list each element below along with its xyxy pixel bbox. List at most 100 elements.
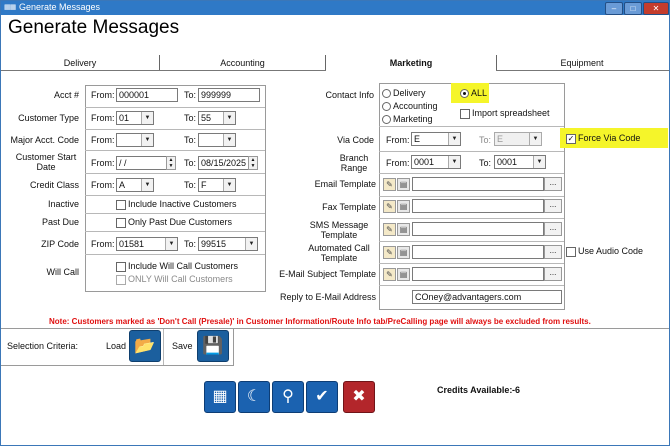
email-subject-label: E-Mail Subject Template	[279, 269, 376, 279]
contact-info-label: Contact Info	[325, 90, 374, 100]
email-template-label: Email Template	[314, 179, 376, 189]
contact-delivery-radio[interactable]	[382, 89, 391, 98]
template-doc-icon[interactable]: ▤	[397, 200, 410, 213]
only-past-due-checkbox[interactable]	[116, 218, 126, 228]
acct-from-label: From:	[91, 90, 115, 100]
credit-class-label: Credit Class	[29, 180, 79, 190]
customer-type-label: Customer Type	[18, 113, 79, 123]
branch-to-label: To:	[479, 158, 492, 168]
email-template-input[interactable]	[412, 177, 544, 191]
fax-template-input[interactable]	[412, 199, 544, 213]
preview-button[interactable]: ⚲	[272, 381, 304, 413]
chevron-down-icon: ▼	[165, 238, 177, 250]
app-icon: ▦▦	[4, 4, 16, 11]
grid-line	[379, 218, 564, 219]
start-date-from-spinner[interactable]: ▲ ▼	[166, 156, 176, 170]
use-audio-code-checkbox[interactable]	[566, 247, 576, 257]
ok-button[interactable]: ✔	[306, 381, 338, 413]
major-acct-from-label: From:	[91, 135, 115, 145]
load-button[interactable]: 📂	[129, 330, 161, 362]
template-doc-icon[interactable]: ▤	[397, 178, 410, 191]
grid-view-button[interactable]: ▦	[204, 381, 236, 413]
acct-label: Acct #	[53, 90, 79, 100]
selection-criteria-label: Selection Criteria:	[7, 341, 79, 351]
credit-class-to-select[interactable]: F ▼	[198, 178, 236, 192]
template-edit-icon[interactable]: ✎	[383, 178, 396, 191]
start-date-from-label: From:	[91, 158, 115, 168]
tab-equipment[interactable]: Equipment	[497, 56, 667, 70]
contact-accounting-label: Accounting	[393, 101, 438, 111]
email-subject-input[interactable]	[412, 267, 544, 281]
grid-line	[85, 195, 265, 196]
contact-all-radio[interactable]	[460, 89, 469, 98]
customer-type-to-select[interactable]: 55 ▼	[198, 111, 236, 125]
only-will-call-label: ONLY Will Call Customers	[128, 274, 233, 284]
template-doc-icon[interactable]: ▤	[397, 268, 410, 281]
via-code-to-select[interactable]: E ▼	[494, 132, 542, 146]
template-doc-icon[interactable]: ▤	[397, 246, 410, 259]
via-code-to-label: To:	[479, 135, 492, 145]
sms-template-browse-button[interactable]: ...	[544, 222, 562, 236]
email-subject-browse-button[interactable]: ...	[544, 267, 562, 281]
via-code-from-label: From:	[386, 135, 410, 145]
zip-label: ZIP Code	[41, 239, 79, 249]
moon-stars-icon: ☾	[246, 388, 262, 405]
sms-template-input[interactable]	[412, 222, 544, 236]
start-date-from-input[interactable]: / /	[116, 156, 170, 170]
include-will-call-checkbox[interactable]	[116, 262, 126, 272]
only-will-call-checkbox[interactable]	[116, 275, 126, 285]
template-edit-icon[interactable]: ✎	[383, 268, 396, 281]
credit-class-to-label: To:	[184, 180, 197, 190]
minimize-button[interactable]: –	[605, 2, 623, 15]
acct-to-input[interactable]: 999999	[198, 88, 260, 102]
presale-note: Note: Customers marked as 'Don't Call (P…	[49, 317, 591, 326]
tab-accounting[interactable]: Accounting	[160, 56, 325, 70]
past-due-label: Past Due	[41, 217, 79, 227]
via-code-from-select[interactable]: E ▼	[411, 132, 461, 146]
schedule-button[interactable]: ☾	[238, 381, 270, 413]
divider	[233, 329, 234, 366]
save-button[interactable]: 💾	[197, 330, 229, 362]
major-acct-from-select[interactable]: ▼	[116, 133, 154, 147]
template-edit-icon[interactable]: ✎	[383, 200, 396, 213]
major-acct-to-select[interactable]: ▼	[198, 133, 236, 147]
credits-label: Credits Available:	[437, 385, 513, 395]
generate-messages-window: ▦▦ Generate Messages – □ ✕ Generate Mess…	[0, 0, 670, 446]
template-edit-icon[interactable]: ✎	[383, 246, 396, 259]
zip-from-select[interactable]: 01581 ▼	[116, 237, 178, 251]
use-audio-code-label: Use Audio Code	[578, 246, 644, 256]
fax-template-browse-button[interactable]: ...	[544, 199, 562, 213]
branch-to-select[interactable]: 0001 ▼	[494, 155, 546, 169]
branch-from-select[interactable]: 0001 ▼	[411, 155, 461, 169]
force-via-code-checkbox[interactable]: ✓	[566, 134, 576, 144]
acct-from-input[interactable]: 000001	[116, 88, 178, 102]
email-template-browse-button[interactable]: ...	[544, 177, 562, 191]
inactive-label: Inactive	[47, 199, 79, 209]
major-acct-label: Major Acct. Code	[10, 135, 79, 145]
cancel-button[interactable]: ✖	[343, 381, 375, 413]
contact-marketing-radio[interactable]	[382, 115, 391, 124]
tab-marketing[interactable]: Marketing	[326, 56, 496, 70]
maximize-button[interactable]: □	[624, 2, 642, 15]
start-date-to-spinner[interactable]: ▲ ▼	[248, 156, 258, 170]
close-window-button[interactable]: ✕	[643, 2, 669, 15]
tab-delivery[interactable]: Delivery	[1, 56, 159, 70]
start-date-to-input[interactable]: 08/15/2025	[198, 156, 252, 170]
grid-line	[85, 107, 265, 108]
template-doc-icon[interactable]: ▤	[397, 223, 410, 236]
zip-to-select[interactable]: 99515 ▼	[198, 237, 258, 251]
start-date-label: Customer Start Date	[15, 152, 77, 172]
reply-to-input[interactable]: COney@advantagers.com	[412, 290, 562, 304]
reply-to-label: Reply to E-Mail Address	[279, 292, 376, 302]
auto-call-template-browse-button[interactable]: ...	[544, 245, 562, 259]
import-spreadsheet-checkbox[interactable]	[460, 109, 470, 119]
include-inactive-checkbox[interactable]	[116, 200, 126, 210]
contact-all-label: ALL	[471, 88, 488, 98]
include-will-call-label: Include Will Call Customers	[128, 261, 239, 271]
contact-accounting-radio[interactable]	[382, 102, 391, 111]
title-bar: ▦▦ Generate Messages – □ ✕	[1, 1, 669, 15]
customer-type-from-select[interactable]: 01 ▼	[116, 111, 154, 125]
credit-class-from-select[interactable]: A ▼	[116, 178, 154, 192]
template-edit-icon[interactable]: ✎	[383, 223, 396, 236]
auto-call-template-input[interactable]	[412, 245, 544, 259]
